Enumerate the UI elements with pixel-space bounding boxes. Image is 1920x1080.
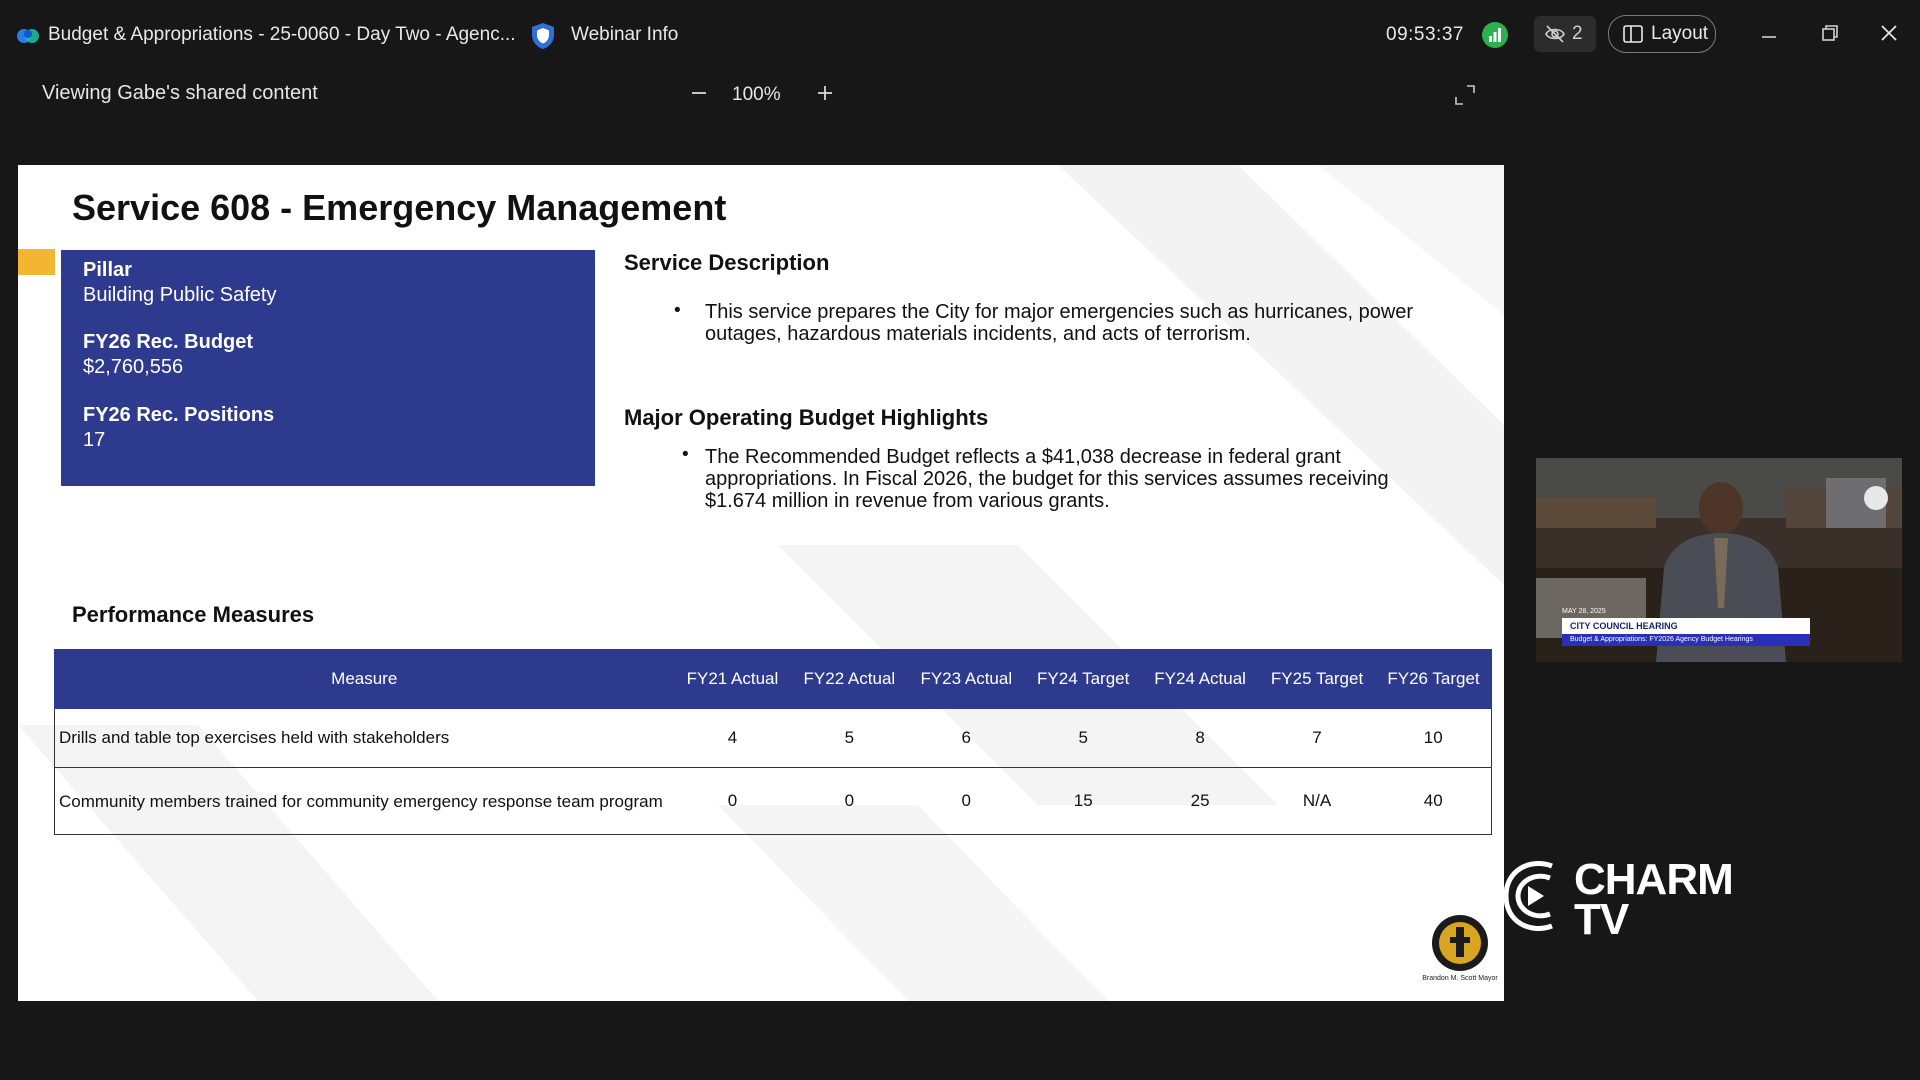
- shared-slide: Service 608 - Emergency Management Pilla…: [18, 165, 1504, 1001]
- budget-heading: FY26 Rec. Budget: [83, 331, 254, 353]
- service-summary-box: Pillar Building Public Safety FY26 Rec. …: [61, 250, 595, 486]
- zoom-in-button[interactable]: [810, 78, 840, 108]
- close-icon[interactable]: [1874, 18, 1904, 48]
- column-header: FY24 Target: [1024, 649, 1143, 709]
- table-cell: 8: [1141, 708, 1259, 768]
- bullet-icon: •: [682, 444, 689, 465]
- meeting-timer: 09:53:37: [1386, 24, 1464, 45]
- table-cell: N/A: [1258, 767, 1376, 835]
- video-date: MAY 28, 2025: [1562, 608, 1606, 615]
- table-cell: 5: [790, 708, 908, 768]
- layout-icon: [1623, 25, 1643, 43]
- table-cell: 40: [1375, 767, 1492, 835]
- accent-bar: [18, 249, 55, 275]
- table-cell: 0: [907, 767, 1025, 835]
- city-seal-logo: [1432, 915, 1488, 971]
- column-header: FY22 Actual: [790, 649, 909, 709]
- column-header: FY26 Target: [1375, 649, 1492, 709]
- column-header: FY25 Target: [1258, 649, 1376, 709]
- fullscreen-icon[interactable]: [1452, 82, 1478, 108]
- table-cell: 6: [907, 708, 1025, 768]
- performance-table: Measure FY21 Actual FY22 Actual FY23 Act…: [53, 649, 1492, 835]
- zoom-level: 100%: [732, 84, 781, 105]
- table-row: Drills and table top exercises held with…: [53, 708, 1492, 768]
- table-cell: Drills and table top exercises held with…: [53, 708, 674, 768]
- table-row: Community members trained for community …: [53, 767, 1492, 835]
- column-header: FY21 Actual: [673, 649, 792, 709]
- table-cell: 0: [673, 767, 791, 835]
- budget-value: $2,760,556: [83, 356, 184, 378]
- zoom-out-button[interactable]: [684, 78, 714, 108]
- table-header-row: Measure FY21 Actual FY22 Actual FY23 Act…: [53, 649, 1492, 709]
- column-header: Measure: [53, 649, 675, 709]
- table-cell: 4: [673, 708, 791, 768]
- minimize-icon[interactable]: [1754, 18, 1784, 48]
- connection-status-icon[interactable]: [1482, 22, 1508, 48]
- seal-caption: Brandon M. Scott Mayor: [1422, 975, 1498, 982]
- restore-icon[interactable]: [1815, 18, 1845, 48]
- eye-slash-icon: [1545, 25, 1565, 43]
- video-lower-third: CITY COUNCIL HEARING Budget & Appropriat…: [1562, 618, 1810, 648]
- shared-content-label: Viewing Gabe's shared content: [42, 82, 318, 104]
- table-cell: Community members trained for community …: [53, 767, 674, 835]
- pillar-value: Building Public Safety: [83, 284, 277, 306]
- pillar-heading: Pillar: [83, 259, 132, 281]
- layout-button[interactable]: Layout: [1608, 15, 1716, 53]
- webex-logo-icon: [17, 29, 39, 43]
- title-bar: Budget & Appropriations - 25-0060 - Day …: [0, 0, 1920, 70]
- table-cell: 0: [790, 767, 908, 835]
- table-cell: 15: [1024, 767, 1142, 835]
- service-description-heading: Service Description: [624, 250, 830, 275]
- column-header: FY24 Actual: [1141, 649, 1260, 709]
- charm-tv-watermark: CHARM TV: [1574, 855, 1734, 944]
- column-header: FY23 Actual: [907, 649, 1026, 709]
- table-cell: 7: [1258, 708, 1376, 768]
- signal-bars-icon: [1489, 28, 1501, 42]
- budget-highlights-heading: Major Operating Budget Highlights: [624, 405, 989, 430]
- bullet-icon: •: [674, 300, 681, 321]
- speaker-video-tile[interactable]: MAY 28, 2025 CITY COUNCIL HEARING Budget…: [1536, 458, 1902, 662]
- positions-value: 17: [83, 429, 106, 451]
- lower-third-subtitle: Budget & Appropriations: FY2026 Agency B…: [1562, 634, 1810, 646]
- shield-icon[interactable]: [530, 22, 556, 50]
- table-cell: 5: [1024, 708, 1142, 768]
- webinar-info-button[interactable]: Webinar Info: [571, 24, 678, 46]
- hidden-participants-button[interactable]: 2: [1534, 16, 1596, 52]
- charm-tv-logo-icon: [1503, 861, 1553, 931]
- slide-title: Service 608 - Emergency Management: [72, 187, 727, 228]
- watermark-line1: CHARM: [1574, 855, 1734, 904]
- table-cell: 10: [1375, 708, 1492, 768]
- watermark-line2: TV: [1574, 895, 1629, 944]
- layout-label: Layout: [1651, 23, 1709, 44]
- service-description-text: This service prepares the City for major…: [705, 301, 1414, 345]
- budget-highlights-text: The Recommended Budget reflects a $41,03…: [705, 446, 1389, 512]
- positions-heading: FY26 Rec. Positions: [83, 404, 275, 426]
- performance-measures-heading: Performance Measures: [72, 602, 315, 627]
- window-title: Budget & Appropriations - 25-0060 - Day …: [48, 24, 516, 45]
- lower-third-title: CITY COUNCIL HEARING: [1562, 618, 1810, 634]
- hidden-participants-count: 2: [1572, 23, 1583, 44]
- table-cell: 25: [1141, 767, 1259, 835]
